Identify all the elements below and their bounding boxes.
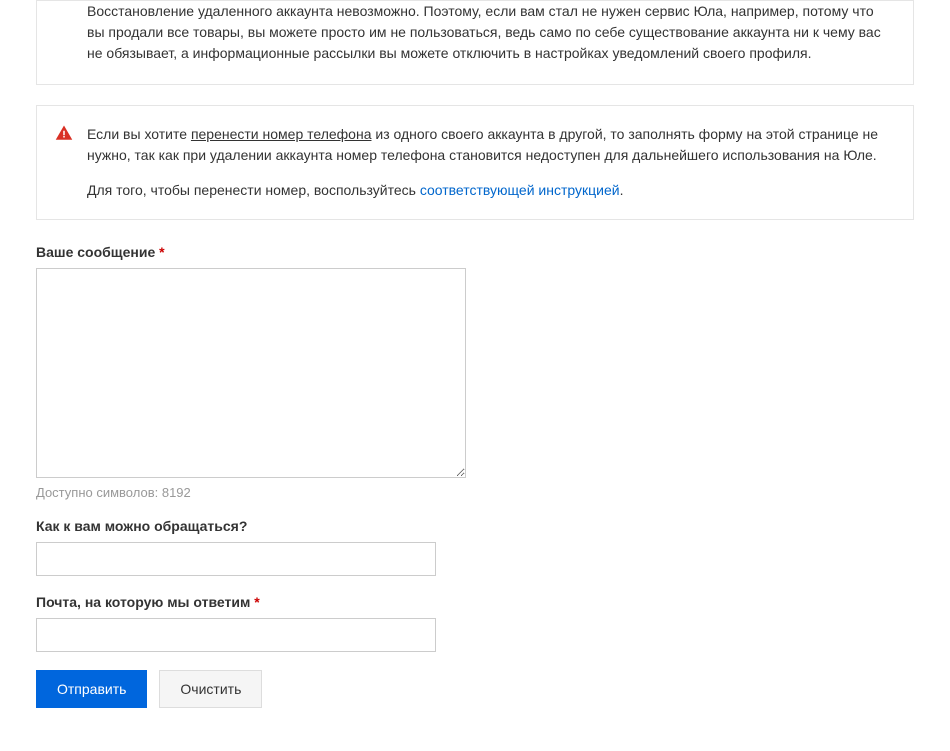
info-text: Восстановление удаленного аккаунта невоз…	[87, 1, 893, 64]
name-group: Как к вам можно обращаться?	[36, 518, 914, 576]
alert-paragraph-1: Если вы хотите перенести номер телефона …	[87, 124, 893, 166]
required-marker: *	[254, 594, 259, 610]
info-box: Восстановление удаленного аккаунта невоз…	[36, 0, 914, 85]
alert-underlined: перенести номер телефона	[191, 126, 372, 142]
required-marker: *	[159, 244, 164, 260]
label-text: Ваше сообщение	[36, 244, 155, 260]
message-label: Ваше сообщение *	[36, 244, 914, 260]
clear-button[interactable]: Очистить	[159, 670, 262, 708]
label-text: Почта, на которую мы ответим	[36, 594, 250, 610]
warning-icon	[55, 124, 73, 142]
alert-paragraph-2: Для того, чтобы перенести номер, восполь…	[87, 180, 893, 201]
char-counter: Доступно символов: 8192	[36, 485, 914, 500]
message-group: Ваше сообщение * Доступно символов: 8192	[36, 244, 914, 500]
instruction-link[interactable]: соответствующей инструкцией	[420, 182, 620, 198]
char-counter-label: Доступно символов:	[36, 485, 162, 500]
button-row: Отправить Очистить	[36, 670, 914, 708]
email-label: Почта, на которую мы ответим *	[36, 594, 914, 610]
submit-button[interactable]: Отправить	[36, 670, 147, 708]
alert-text: .	[620, 182, 624, 198]
email-group: Почта, на которую мы ответим *	[36, 594, 914, 652]
name-input[interactable]	[36, 542, 436, 576]
alert-text: Если вы хотите	[87, 126, 191, 142]
char-counter-value: 8192	[162, 485, 191, 500]
alert-text: Для того, чтобы перенести номер, восполь…	[87, 182, 420, 198]
alert-box: Если вы хотите перенести номер телефона …	[36, 105, 914, 220]
message-textarea[interactable]	[36, 268, 466, 478]
name-label: Как к вам можно обращаться?	[36, 518, 914, 534]
email-input[interactable]	[36, 618, 436, 652]
